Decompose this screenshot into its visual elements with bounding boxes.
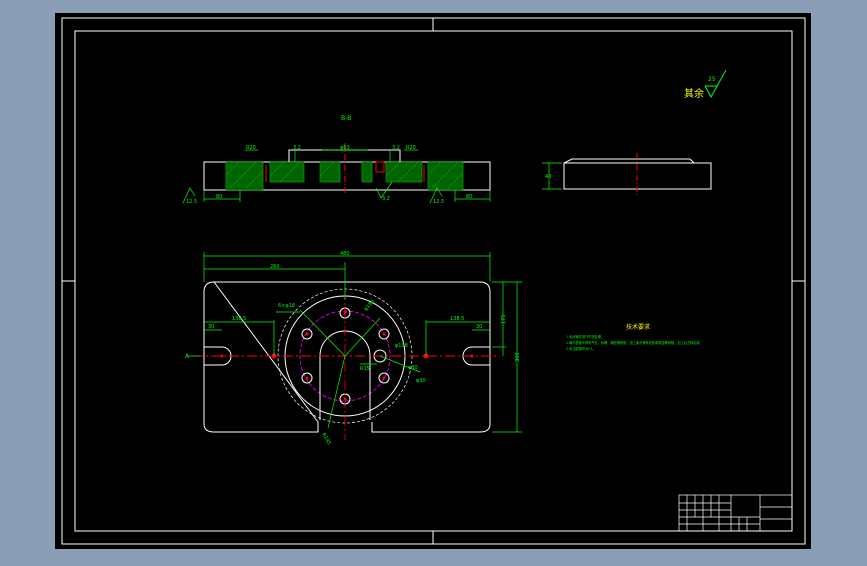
plan-hole-r: φ30 (408, 365, 418, 371)
plan-half: 260 (270, 264, 280, 270)
roughness-value: 25 (708, 76, 716, 83)
dim-r2: R20 (406, 145, 416, 151)
plan-holes: 6×φ18 (278, 303, 295, 309)
tech-title: 技术要求 (626, 323, 650, 331)
section-label: B-B (341, 115, 351, 122)
tech-note-2: 2.铸件表面不得有气孔、砂眼、缩松等缺陷，加工面不得有划伤和锈蚀等缺陷，加工后去… (566, 340, 703, 345)
roughness-label: 其余 (684, 87, 704, 100)
rough-mid: 3.2 (382, 196, 390, 202)
rough-right: 12.5 (433, 199, 444, 205)
tech-note-3: 3.未注倒角均为C1。 (566, 346, 596, 351)
side-dim-h: 40 (545, 174, 551, 180)
tech-note-1: 1.毛坯铸件进行时效处理。 (566, 334, 604, 339)
drawing-canvas[interactable]: 其余 25 B-B 80 80 φ63 3.2 3.2 R20 R20 12.5… (0, 0, 867, 562)
plan-left-slot: 138.5 (232, 316, 246, 322)
plan-slot-w: 30 (208, 324, 214, 330)
plan-slot-w2: 30 (476, 324, 482, 330)
dim-small: 3.2 (293, 145, 301, 151)
dim-left: 80 (216, 194, 222, 200)
plan-right-slot: 138.5 (450, 316, 464, 322)
plan-radius: R15 (360, 366, 370, 372)
cad-viewport[interactable]: 其余 25 B-B 80 80 φ63 3.2 3.2 R20 R20 12.5… (0, 0, 867, 562)
plan-height: 300 (515, 352, 521, 362)
dim-small2: 3.2 (392, 145, 400, 151)
plan-overall: 480 (340, 251, 350, 257)
dim-r: R20 (246, 145, 256, 151)
plan-hole-r2: φ30 (416, 378, 426, 384)
dim-right: 80 (466, 194, 472, 200)
rough-left: 12.5 (186, 199, 197, 205)
plan-inner-h: 175 (501, 314, 507, 324)
dim-mid: φ63 (340, 145, 350, 151)
plan-bolt: φ108 (395, 343, 408, 349)
